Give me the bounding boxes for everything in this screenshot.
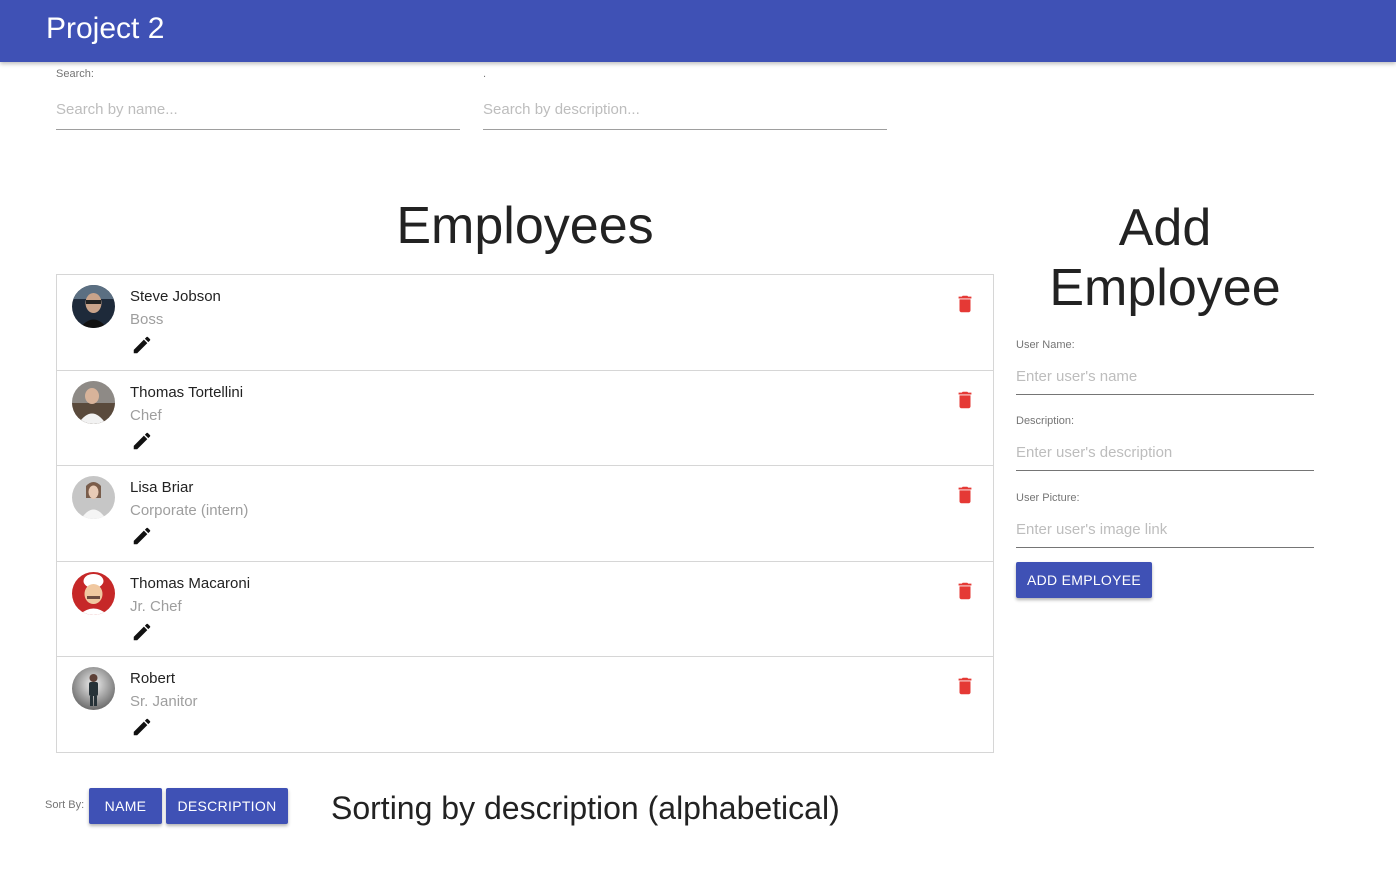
trash-icon[interactable] <box>954 580 976 602</box>
user-picture-field: User Picture: <box>1016 492 1314 548</box>
employee-row: Robert Sr. Janitor <box>57 657 993 753</box>
employees-heading: Employees <box>396 197 654 255</box>
avatar <box>72 476 115 520</box>
search-description-input[interactable] <box>483 96 887 130</box>
pencil-icon[interactable] <box>131 621 153 643</box>
user-picture-input[interactable] <box>1016 516 1314 548</box>
search-name-label: Search: <box>56 68 94 80</box>
add-employee-heading: Add Employee <box>1049 199 1281 317</box>
avatar <box>72 667 115 711</box>
avatar <box>72 285 115 328</box>
description-label: Description: <box>1016 415 1075 427</box>
search-description-label: . <box>483 68 487 80</box>
employee-description: Boss <box>130 311 164 328</box>
trash-icon[interactable] <box>954 293 976 315</box>
pencil-icon[interactable] <box>131 525 153 547</box>
employee-name: Robert <box>130 670 176 688</box>
app-bar: Project 2 <box>0 0 1396 62</box>
search-by-name: Search: <box>56 68 460 130</box>
search-name-input[interactable] <box>56 96 460 130</box>
employee-row: Thomas Macaroni Jr. Chef <box>57 562 993 658</box>
employee-description: Sr. Janitor <box>130 693 198 711</box>
employee-row: Thomas Tortellini Chef <box>57 371 993 467</box>
sort-status-text: Sorting by description (alphabetical) <box>331 790 840 826</box>
trash-icon[interactable] <box>954 675 976 697</box>
employee-description: Corporate (intern) <box>130 502 249 520</box>
trash-icon[interactable] <box>954 389 976 411</box>
user-name-field: User Name: <box>1016 339 1314 395</box>
user-name-label: User Name: <box>1016 339 1075 351</box>
employee-name: Thomas Tortellini <box>130 383 244 401</box>
employee-name: Thomas Macaroni <box>130 574 251 592</box>
app-title: Project 2 <box>46 12 165 45</box>
sort-description-button[interactable]: DESCRIPTION <box>166 788 288 824</box>
avatar <box>72 571 115 615</box>
trash-icon[interactable] <box>954 484 976 506</box>
pencil-icon[interactable] <box>131 430 153 452</box>
pencil-icon[interactable] <box>131 716 153 738</box>
employee-name: Lisa Briar <box>130 479 194 497</box>
user-picture-label: User Picture: <box>1016 492 1080 504</box>
add-employee-button[interactable]: ADD EMPLOYEE <box>1016 562 1152 598</box>
sort-by-label: Sort By: <box>45 799 85 811</box>
employee-name: Steve Jobson <box>130 288 221 305</box>
employee-description: Jr. Chef <box>130 597 182 615</box>
employee-row: Steve Jobson Boss <box>57 275 993 371</box>
employee-list: Steve Jobson Boss Thomas Tortellini Chef <box>56 274 994 753</box>
employee-description: Chef <box>130 406 162 424</box>
description-field: Description: <box>1016 415 1314 471</box>
search-by-description: . <box>483 68 887 130</box>
description-input[interactable] <box>1016 439 1314 471</box>
employee-row: Lisa Briar Corporate (intern) <box>57 466 993 562</box>
sort-name-button[interactable]: NAME <box>89 788 162 824</box>
user-name-input[interactable] <box>1016 363 1314 395</box>
pencil-icon[interactable] <box>131 334 153 356</box>
avatar <box>72 380 115 424</box>
